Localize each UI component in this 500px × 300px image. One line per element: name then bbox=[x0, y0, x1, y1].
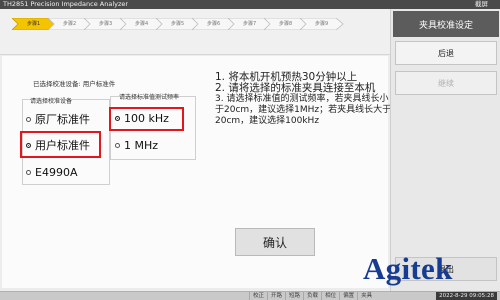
status-bar: 校正 开路 短路 负载 相位 偏置 夹具 2022-8-29 09:05:28 bbox=[0, 291, 500, 300]
bottom-tab[interactable]: 相位 bbox=[321, 292, 339, 300]
step-9: 步骤9 bbox=[300, 18, 344, 30]
screenshot-button[interactable]: 截屏 bbox=[475, 0, 488, 9]
right-panel: 夹具校准设定 后退 继续 退出 bbox=[390, 9, 500, 291]
step-label: 步骤4 bbox=[135, 21, 149, 27]
device-option-label: 用户标准件 bbox=[35, 139, 90, 152]
bottom-tabs: 校正 开路 短路 负载 相位 偏置 夹具 bbox=[249, 292, 375, 300]
datetime-display: 2022-8-29 09:05:28 bbox=[436, 292, 497, 300]
bottom-tab[interactable]: 夹具 bbox=[357, 292, 375, 300]
bottom-tab[interactable]: 偏置 bbox=[339, 292, 357, 300]
frequency-option-1mhz[interactable]: 1 MHz bbox=[115, 139, 158, 152]
instruction-3: 3. 请选择标准值的测试频率，若夹具线长小于20cm，建议选择1MHz；若夹具线… bbox=[215, 94, 392, 126]
bottom-tab[interactable]: 校正 bbox=[249, 292, 267, 300]
radio-indicator-selected bbox=[115, 116, 120, 121]
window-title: TH2851 Precision Impedance Analyzer bbox=[3, 0, 129, 8]
step-label: 步骤9 bbox=[315, 21, 329, 27]
frequency-option-label: 1 MHz bbox=[124, 139, 159, 152]
radio-indicator-selected bbox=[26, 142, 31, 148]
frequency-group-label: 请选择标准值测试频率 bbox=[119, 94, 180, 101]
back-button[interactable]: 后退 bbox=[395, 41, 497, 65]
device-option-label: E4990A bbox=[35, 166, 78, 179]
continue-button[interactable]: 继续 bbox=[395, 71, 497, 95]
step-label: 步骤5 bbox=[171, 21, 185, 27]
bottom-tab[interactable]: 短路 bbox=[285, 292, 303, 300]
device-group-label: 请选择校准设备 bbox=[30, 98, 73, 105]
step-label: 步骤6 bbox=[207, 21, 221, 27]
step-label: 步骤2 bbox=[63, 21, 77, 27]
bottom-tab[interactable]: 负载 bbox=[303, 292, 321, 300]
step-label: 步骤8 bbox=[279, 21, 293, 27]
device-option-user[interactable]: 用户标准件 bbox=[26, 137, 90, 153]
bottom-tab[interactable]: 开路 bbox=[267, 292, 285, 300]
frequency-option-label: 100 kHz bbox=[124, 112, 169, 125]
brand-watermark: Agitek bbox=[363, 251, 453, 286]
step-label: 步骤1 bbox=[27, 21, 41, 27]
radio-indicator bbox=[115, 143, 120, 148]
confirm-button[interactable]: 确认 bbox=[235, 228, 315, 256]
radio-indicator bbox=[26, 170, 31, 175]
step-label: 步骤7 bbox=[243, 21, 257, 27]
title-bar: TH2851 Precision Impedance Analyzer 截屏 bbox=[0, 0, 500, 9]
instruction-2: 2. 请将选择的标准夹具连接至本机 bbox=[215, 82, 376, 94]
step-label: 步骤3 bbox=[99, 21, 113, 27]
frequency-option-100khz[interactable]: 100 kHz bbox=[115, 112, 169, 125]
device-option-e4990a[interactable]: E4990A bbox=[26, 166, 77, 179]
selected-device-text: 已选择校准设备: 用户标准件 bbox=[33, 80, 116, 88]
instructions: 1. 将本机开机预热30分钟以上 2. 请将选择的标准夹具连接至本机 3. 请选… bbox=[215, 72, 393, 127]
radio-indicator bbox=[26, 116, 31, 122]
device-option-label: 原厂标准件 bbox=[35, 113, 90, 126]
right-panel-header: 夹具校准设定 bbox=[393, 11, 499, 37]
step-indicator-area bbox=[0, 9, 390, 55]
device-option-factory[interactable]: 原厂标准件 bbox=[26, 111, 90, 127]
